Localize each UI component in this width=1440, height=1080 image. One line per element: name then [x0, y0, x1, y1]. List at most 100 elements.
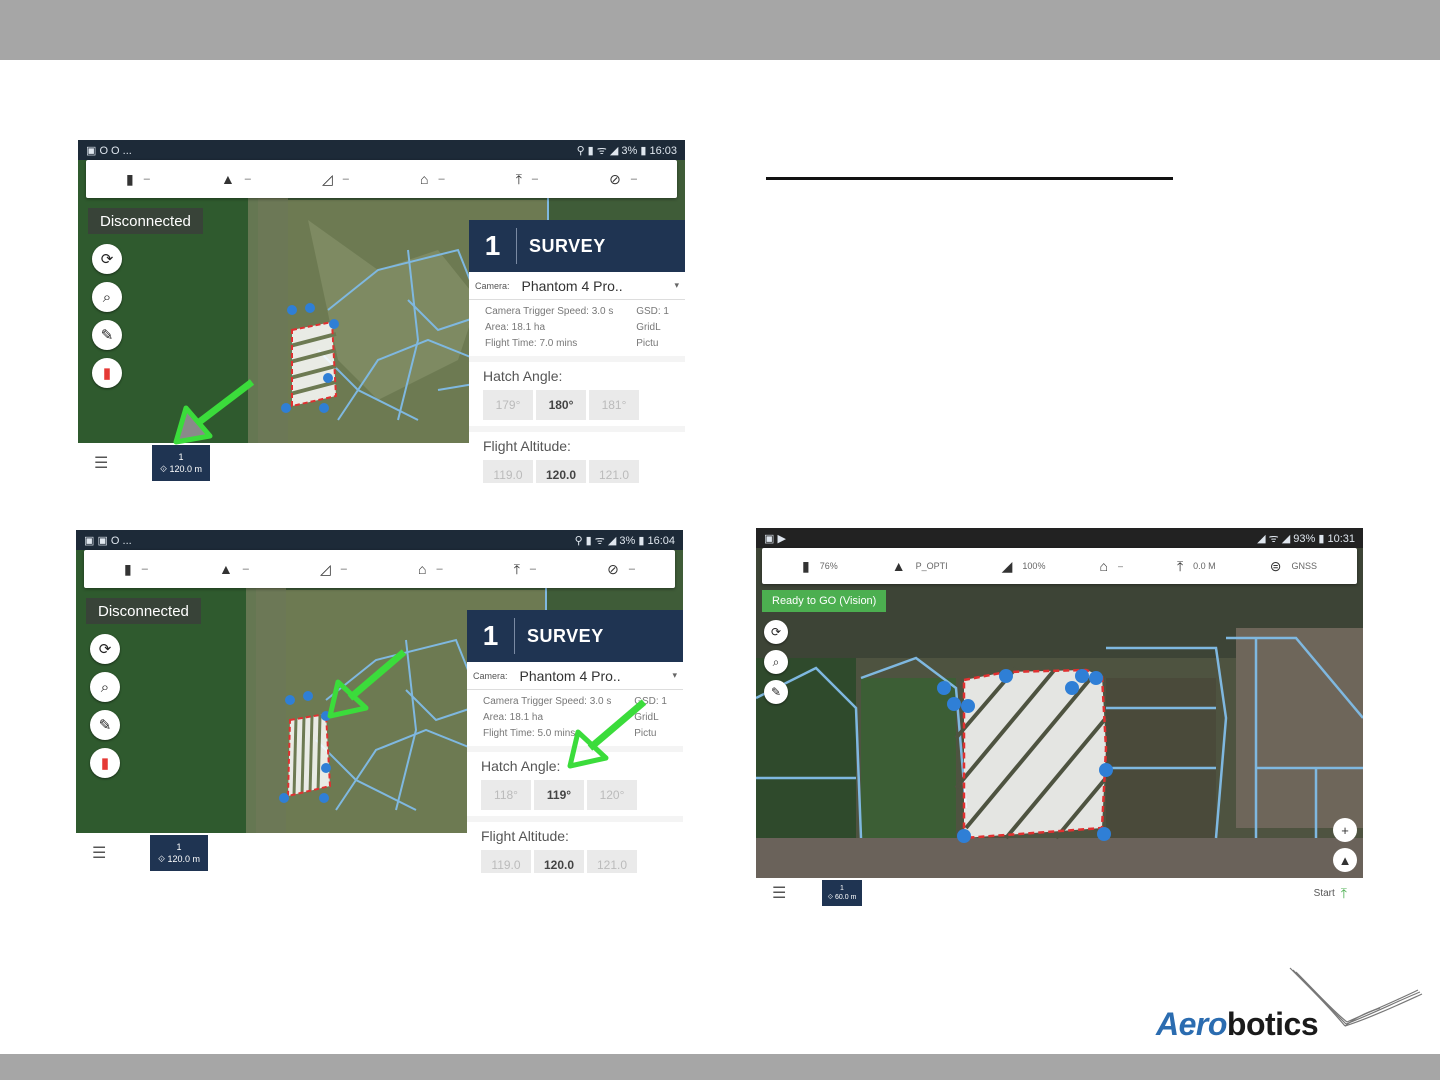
search-button[interactable]: ⌕ [92, 282, 122, 312]
flight-altitude-label: Flight Altitude: [483, 438, 571, 454]
refresh-button[interactable]: ⟳ [92, 244, 122, 274]
hatch-angle-next[interactable]: 120° [587, 780, 637, 810]
toolbar-item: ▲ – [219, 561, 249, 577]
mission-bar: ☰ 1 ⟐ 60.0 m Start ⤒ [756, 878, 1363, 908]
zoom-in-button[interactable]: + [1333, 818, 1357, 842]
trash-icon: ▮ [100, 755, 110, 772]
search-icon: ⌕ [772, 654, 780, 669]
compass-button[interactable]: ▲ [1333, 848, 1357, 872]
survey-info: Camera Trigger Speed: 3.0 s Area: 18.1 h… [469, 300, 685, 356]
altitude-current[interactable]: 120.0 [536, 460, 586, 483]
camera-value: Phantom 4 Pro.. [521, 277, 623, 294]
camera-label: Camera: [473, 670, 508, 681]
delete-button[interactable]: ▮ [90, 748, 120, 778]
info-gsd: GSD: 1 [636, 306, 669, 317]
status-right: ◢ ᯤ ◢ 93% ▮ 10:31 [1257, 532, 1355, 545]
hatch-angle-stepper: 118° 119° 120° [481, 780, 669, 810]
camera-select[interactable]: Camera: Phantom 4 Pro.. ▾ [469, 272, 685, 300]
satellite-icon: ▲ [891, 558, 906, 574]
camera-select[interactable]: Camera: Phantom 4 Pro.. ▾ [467, 662, 683, 690]
speed-icon: ⊘ [607, 560, 619, 577]
slide-title-rule [766, 177, 1173, 180]
compass-icon: ▲ [1338, 852, 1352, 868]
satellite-icon: ▲ [218, 561, 233, 577]
waypoint-number: 1 [840, 885, 844, 892]
connection-status: Disconnected [86, 598, 201, 624]
search-icon: ⌕ [100, 678, 110, 696]
refresh-button[interactable]: ⟳ [90, 634, 120, 664]
hatch-angle-prev[interactable]: 179° [483, 390, 533, 420]
info-left: Camera Trigger Speed: 3.0 s Area: 18.1 h… [485, 304, 613, 352]
survey-number: 1 [467, 618, 515, 654]
signal-icon: ◢ [1001, 557, 1013, 574]
waypoint-chip[interactable]: 1 ⟐ 120.0 m [150, 835, 208, 871]
start-label: Start [1313, 887, 1335, 899]
app-screenshot-top: ▣ O O ... ⚲ ▮ ᯤ ◢ 3% ▮ 16:03 ▮ – ▲ – ◿ –… [78, 140, 685, 483]
waypoint-chip[interactable]: 1 ⟐ 120.0 m [152, 445, 210, 481]
hatch-angle-stepper: 179° 180° 181° [483, 390, 671, 420]
toolbar-value: 100% [1022, 561, 1046, 571]
menu-icon[interactable]: ☰ [94, 453, 124, 473]
app-screenshot-right: ▣ ▶ ◢ ᯤ ◢ 93% ▮ 10:31 ▮ 76% ▲ P_OPTI ◢ 1… [756, 528, 1363, 908]
toolbar-item: ◿ – [320, 561, 347, 578]
search-button[interactable]: ⌕ [90, 672, 120, 702]
draw-button[interactable]: ✎ [764, 680, 788, 704]
telemetry-toolbar: ▮ – ▲ – ◿ – ⌂ – ⤒ – ⊘ – [84, 550, 675, 588]
toolbar-item: ▲ – [221, 171, 251, 187]
status-left: ▣ ▣ O ... [84, 534, 132, 547]
green-arrow-icon [567, 699, 647, 769]
pencil-icon: ✎ [98, 717, 112, 734]
waypoint-altitude: ⟐ 60.0 m [827, 894, 857, 901]
draw-button[interactable]: ✎ [90, 710, 120, 740]
trash-icon: ▮ [102, 365, 112, 382]
toolbar-item: ▲ P_OPTI [892, 558, 948, 574]
altitude-current[interactable]: 120.0 [534, 850, 584, 873]
toolbar-value: 76% [819, 561, 838, 571]
pencil-icon: ✎ [100, 327, 114, 344]
app-screenshot-middle: ▣ ▣ O ... ⚲ ▮ ᯤ ◢ 3% ▮ 16:04 ▮ – ▲ – ◿ –… [76, 530, 683, 873]
dropdown-arrow-icon: ▾ [674, 280, 679, 290]
ready-status-pill: Ready to GO (Vision) [762, 590, 887, 612]
info-grid: GridL [636, 322, 661, 333]
map-tools: ⟳ ⌕ ✎ ▮ [90, 634, 120, 778]
delete-button[interactable]: ▮ [92, 358, 122, 388]
survey-title: SURVEY [529, 235, 606, 256]
altitude-icon: ⤒ [515, 170, 522, 187]
refresh-button[interactable]: ⟳ [764, 620, 788, 644]
android-status-bar: ▣ ▶ ◢ ᯤ ◢ 93% ▮ 10:31 [756, 528, 1363, 548]
home-icon: ⌂ [420, 171, 429, 187]
menu-icon[interactable]: ☰ [92, 843, 122, 863]
toolbar-item: ⊘ – [609, 171, 637, 188]
toolbar-value: – [143, 173, 150, 185]
draw-button[interactable]: ✎ [92, 320, 122, 350]
aerobotics-wordmark: Aerobotics [1156, 1006, 1319, 1043]
toolbar-item: ⌂ – [1099, 558, 1122, 574]
waypoint-altitude: ⟐ 120.0 m [157, 854, 201, 864]
home-icon: ⌂ [1099, 558, 1108, 574]
altitude-prev[interactable]: 119.0 [481, 850, 531, 873]
hatch-angle-prev[interactable]: 118° [481, 780, 531, 810]
search-button[interactable]: ⌕ [764, 650, 788, 674]
start-button[interactable]: Start ⤒ [1314, 885, 1347, 902]
hatch-angle-next[interactable]: 181° [589, 390, 639, 420]
toolbar-item: ◢ 100% [1002, 558, 1046, 575]
altitude-prev[interactable]: 119.0 [483, 460, 533, 483]
info-time: Flight Time: 7.0 mins [485, 338, 578, 349]
toolbar-value: – [340, 563, 347, 575]
menu-icon[interactable]: ☰ [772, 883, 802, 903]
flight-altitude-stepper: 119.0 120.0 121.0 [481, 850, 669, 873]
signal-icon: ◿ [322, 170, 333, 187]
status-left: ▣ ▶ [764, 532, 786, 545]
hatch-angle-label: Hatch Angle: [483, 368, 563, 384]
toolbar-item: ⊘ – [607, 561, 635, 578]
hatch-angle-current[interactable]: 119° [534, 780, 584, 810]
waypoint-chip[interactable]: 1 ⟐ 60.0 m [822, 880, 862, 906]
altitude-next[interactable]: 121.0 [589, 460, 639, 483]
altitude-next[interactable]: 121.0 [587, 850, 637, 873]
hatch-angle-current[interactable]: 180° [536, 390, 586, 420]
toolbar-item: ⤒ 0.0 M [1177, 558, 1216, 575]
toolbar-value: – [1117, 561, 1123, 571]
info-right: GSD: 1 GridL Pictu [636, 304, 669, 352]
survey-number: 1 [469, 228, 517, 264]
signal-icon: ◿ [320, 560, 331, 577]
